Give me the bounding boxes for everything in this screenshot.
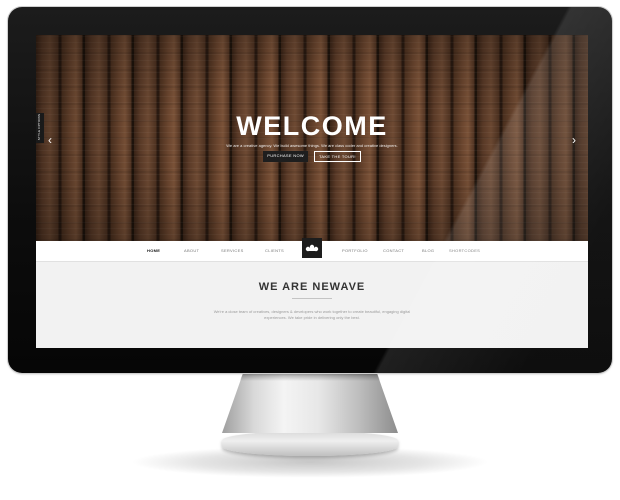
hero-buttons: PURCHASE NOW TAKE THE TOUR!	[36, 151, 588, 162]
hero-slider: STYLE OPTIONS ‹ › WELCOME We are a creat…	[36, 35, 588, 241]
purchase-now-button[interactable]: PURCHASE NOW	[263, 151, 308, 162]
take-the-tour-button[interactable]: TAKE THE TOUR!	[313, 151, 361, 162]
nav-item-services[interactable]: SERVICES	[221, 248, 244, 253]
nav-item-portfolio[interactable]: PORTFOLIO	[342, 248, 368, 253]
style-options-label: STYLE OPTIONS	[37, 113, 42, 141]
monitor-stand-neck	[222, 373, 398, 433]
hero-title: WELCOME	[236, 111, 388, 141]
website-screen: STYLE OPTIONS ‹ › WELCOME We are a creat…	[36, 35, 588, 348]
section-divider	[292, 298, 332, 299]
newave-logo-icon[interactable]	[302, 238, 322, 258]
monitor-stand-base	[222, 431, 398, 456]
section-title: WE ARE NEWAVE	[258, 281, 366, 293]
nav-item-clients[interactable]: CLIENTS	[265, 248, 284, 253]
nav-item-home[interactable]: HOME	[147, 248, 160, 253]
monitor-frame: STYLE OPTIONS ‹ › WELCOME We are a creat…	[8, 7, 612, 373]
section-text: We're a close team of creatives, designe…	[213, 309, 411, 320]
nav-item-shortcodes[interactable]: SHORTCODES	[449, 248, 480, 253]
nav-item-contact[interactable]: CONTACT	[383, 248, 404, 253]
style-options-tab[interactable]: STYLE OPTIONS	[36, 113, 44, 143]
monitor-stand-shadow	[239, 373, 381, 381]
nav-item-about[interactable]: ABOUT	[184, 248, 199, 253]
nav-item-blog[interactable]: BLOG	[422, 248, 434, 253]
hero-subtitle: We are a creative agency. We build aweso…	[226, 143, 398, 148]
